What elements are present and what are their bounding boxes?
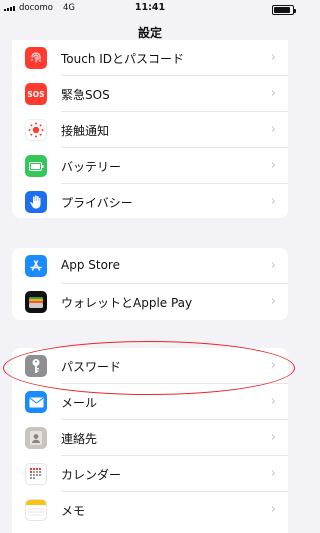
row-label: メール xyxy=(61,396,98,410)
key-icon xyxy=(25,355,47,377)
row-label: App Store xyxy=(61,258,120,272)
row-touch-id[interactable]: Touch IDとパスコード › xyxy=(12,40,288,76)
app-store-icon xyxy=(25,255,47,277)
sos-icon-text: SOS xyxy=(27,89,45,99)
mail-icon xyxy=(25,391,47,413)
row-label: 連絡先 xyxy=(61,432,98,446)
row-passwords[interactable]: パスワード › xyxy=(12,348,288,384)
chevron-right-icon: › xyxy=(270,358,276,373)
page-title: 設定 xyxy=(137,26,162,40)
row-label: パスワード xyxy=(61,360,122,374)
row-mail[interactable]: メール › xyxy=(12,384,288,420)
battery-icon xyxy=(25,155,47,177)
settings-group-general: Touch IDとパスコード › SOS 緊急SOS › 接触通知 › バッテリ… xyxy=(12,40,288,218)
row-calendar[interactable]: カレンダー › xyxy=(12,456,288,492)
settings-group-apps: パスワード › メール › 連絡先 › カレンダー › メモ › xyxy=(12,348,288,533)
row-label: プライバシー xyxy=(61,196,133,210)
row-notes[interactable]: メモ › xyxy=(12,492,288,528)
row-emergency-sos[interactable]: SOS 緊急SOS › xyxy=(12,76,288,112)
status-time: 11:41 xyxy=(134,2,166,13)
notes-icon xyxy=(25,499,47,521)
row-label: カレンダー xyxy=(61,468,122,482)
battery-icon xyxy=(272,5,296,15)
row-battery[interactable]: バッテリー › xyxy=(12,148,288,184)
calendar-icon xyxy=(25,463,47,485)
chevron-right-icon: › xyxy=(270,194,276,209)
row-label: 接触通知 xyxy=(61,124,110,138)
row-label: 緊急SOS xyxy=(61,88,110,102)
row-exposure-notification[interactable]: 接触通知 › xyxy=(12,112,288,148)
chevron-right-icon: › xyxy=(270,258,276,273)
chevron-right-icon: › xyxy=(270,502,276,517)
row-app-store[interactable]: App Store › xyxy=(12,248,288,284)
row-label: Touch IDとパスコード xyxy=(61,52,185,66)
row-label: バッテリー xyxy=(61,160,122,174)
row-label: メモ xyxy=(61,504,86,518)
chevron-right-icon: › xyxy=(270,394,276,409)
sos-icon: SOS xyxy=(25,83,47,105)
contacts-icon xyxy=(25,427,47,449)
status-bar: docomo 4G 11:41 xyxy=(0,0,300,18)
chevron-right-icon: › xyxy=(270,294,276,309)
chevron-right-icon: › xyxy=(270,50,276,65)
row-label: ウォレットとApple Pay xyxy=(61,296,193,310)
row-wallet[interactable]: ウォレットとApple Pay › xyxy=(12,284,288,320)
chevron-right-icon: › xyxy=(270,430,276,445)
exposure-icon xyxy=(25,119,47,141)
chevron-right-icon: › xyxy=(270,122,276,137)
row-privacy[interactable]: プライバシー › xyxy=(12,184,288,218)
chevron-right-icon: › xyxy=(270,86,276,101)
fingerprint-icon xyxy=(25,47,47,69)
chevron-right-icon: › xyxy=(270,466,276,481)
settings-group-store: App Store › ウォレットとApple Pay › xyxy=(12,248,288,320)
chevron-right-icon: › xyxy=(270,158,276,173)
hand-icon xyxy=(25,191,47,213)
wallet-icon xyxy=(25,291,47,313)
row-contacts[interactable]: 連絡先 › xyxy=(12,420,288,456)
